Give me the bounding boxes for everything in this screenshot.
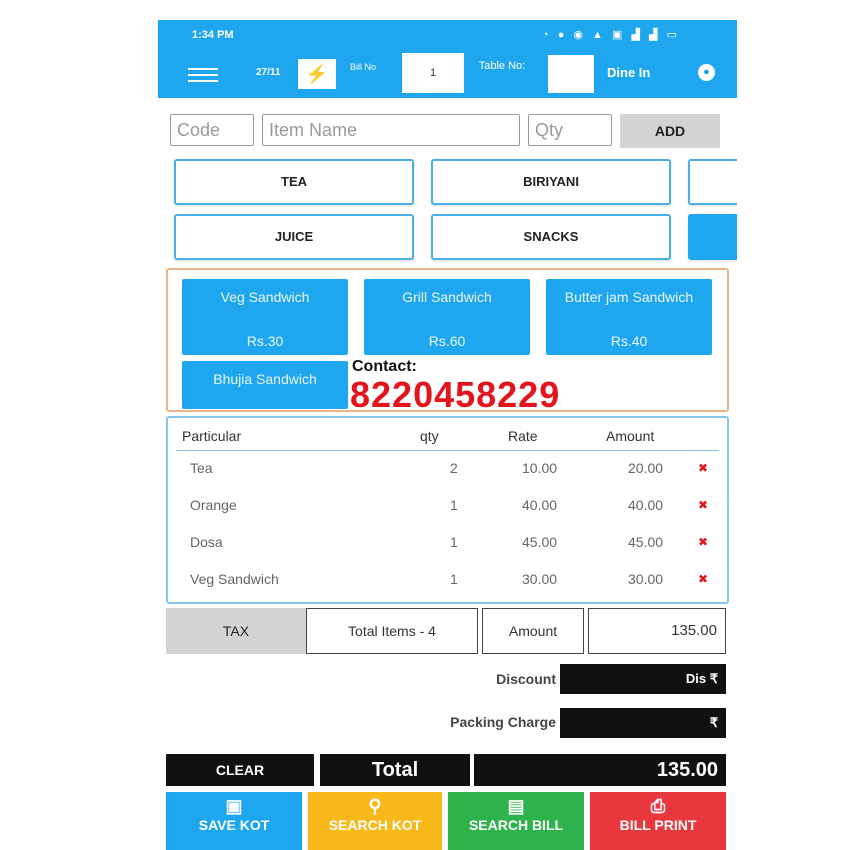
item-price: Rs.30 xyxy=(246,333,284,349)
search-kot-button[interactable]: ⚲ SEARCH KOT xyxy=(308,792,442,850)
status-icons: ◔ ● ◉ ▲ ▣ ▟ ▟ ▭ xyxy=(542,29,680,41)
item-bhujia-sandwich[interactable]: Bhujia Sandwich xyxy=(182,361,348,409)
contact-number: 8220458229 xyxy=(350,374,561,415)
amount-value: 135.00 xyxy=(588,608,726,654)
receipt-icon: ▤ xyxy=(507,796,525,816)
row-rate: 40.00 xyxy=(522,497,558,513)
menu-icon[interactable] xyxy=(188,68,218,82)
save-kot-button[interactable]: ▣ SAVE KOT xyxy=(166,792,302,850)
total-label: Total xyxy=(320,754,470,786)
dine-in-toggle[interactable]: Dine In xyxy=(607,65,650,80)
table-no-field[interactable] xyxy=(548,55,594,93)
category-selected[interactable] xyxy=(688,214,737,260)
printer-icon: ⎙ xyxy=(650,796,666,816)
delete-icon[interactable]: ✖ xyxy=(698,535,708,549)
category-juice[interactable]: JUICE xyxy=(174,214,414,260)
row-particular: Orange xyxy=(190,497,237,513)
packing-charge-field[interactable]: ₹ xyxy=(560,708,726,738)
header-divider xyxy=(176,450,719,451)
user-icon[interactable]: ● xyxy=(698,64,715,81)
item-price: Rs.40 xyxy=(610,333,648,349)
header-amount: Amount xyxy=(606,428,655,444)
header-rate: Rate xyxy=(508,428,538,444)
row-amount: 45.00 xyxy=(628,534,664,550)
row-qty: 2 xyxy=(450,460,458,476)
delete-icon[interactable]: ✖ xyxy=(698,498,708,512)
pos-screen: 1:34 PM ◔ ● ◉ ▲ ▣ ▟ ▟ ▭ 27/11 ⚡ Bill No … xyxy=(158,20,737,850)
amount-label: Amount xyxy=(482,608,584,654)
search-bill-button[interactable]: ▤ SEARCH BILL xyxy=(448,792,584,850)
discount-field[interactable]: Dis ₹ xyxy=(560,664,726,694)
clear-button[interactable]: CLEAR xyxy=(166,754,314,786)
category-tea[interactable]: TEA xyxy=(174,159,414,205)
bill-print-label: BILL PRINT xyxy=(619,817,697,833)
packing-charge-label: Packing Charge xyxy=(450,714,556,730)
header-particular: Particular xyxy=(182,428,242,444)
item-butter-jam-sandwich[interactable]: Butter jam Sandwich Rs.40 xyxy=(546,279,712,355)
item-grill-sandwich[interactable]: Grill Sandwich Rs.60 xyxy=(364,279,530,355)
row-particular: Veg Sandwich xyxy=(190,571,279,587)
category-biriyani[interactable]: BIRIYANI xyxy=(431,159,671,205)
row-amount: 30.00 xyxy=(628,571,664,587)
row-qty: 1 xyxy=(450,571,458,587)
table-no-label: Table No: xyxy=(478,60,526,72)
add-button[interactable]: ADD xyxy=(620,114,720,148)
search-icon: ⚲ xyxy=(368,796,382,816)
row-rate: 30.00 xyxy=(522,571,558,587)
row-rate: 10.00 xyxy=(522,460,558,476)
row-particular: Dosa xyxy=(190,534,223,550)
item-name: Butter jam Sandwich xyxy=(564,289,694,305)
bill-print-button[interactable]: ⎙ BILL PRINT xyxy=(590,792,726,850)
tax-button[interactable]: TAX xyxy=(166,608,306,654)
category-snacks[interactable]: SNACKS xyxy=(431,214,671,260)
save-kot-label: SAVE KOT xyxy=(198,817,270,833)
search-bill-label: SEARCH BILL xyxy=(468,817,564,833)
search-kot-label: SEARCH KOT xyxy=(328,817,422,833)
discount-label: Discount xyxy=(496,671,556,687)
row-rate: 45.00 xyxy=(522,534,558,550)
qty-input[interactable]: Qty xyxy=(528,114,612,146)
row-amount: 20.00 xyxy=(628,460,664,476)
category-more[interactable] xyxy=(688,159,737,205)
item-name-input[interactable]: Item Name xyxy=(262,114,520,146)
row-amount: 40.00 xyxy=(628,497,664,513)
bill-no-label: Bill No xyxy=(349,62,376,72)
total-items: Total Items - 4 xyxy=(306,608,478,654)
item-veg-sandwich[interactable]: Veg Sandwich Rs.30 xyxy=(182,279,348,355)
date-label: 27/11 xyxy=(256,67,281,78)
bill-no-field[interactable]: 1 xyxy=(402,53,464,93)
delete-icon[interactable]: ✖ xyxy=(698,572,708,586)
item-name: Grill Sandwich xyxy=(402,289,492,305)
item-name: Bhujia Sandwich xyxy=(213,371,317,387)
row-qty: 1 xyxy=(450,497,458,513)
total-value: 135.00 xyxy=(474,754,726,786)
header-qty: qty xyxy=(420,428,439,444)
app-logo: ⚡ xyxy=(298,59,336,89)
row-qty: 1 xyxy=(450,534,458,550)
item-name: Veg Sandwich xyxy=(220,289,310,305)
code-input[interactable]: Code xyxy=(170,114,254,146)
row-particular: Tea xyxy=(190,460,213,476)
item-price: Rs.60 xyxy=(428,333,466,349)
status-time: 1:34 PM xyxy=(192,29,234,41)
floppy-icon: ▣ xyxy=(225,796,243,816)
delete-icon[interactable]: ✖ xyxy=(698,461,708,475)
